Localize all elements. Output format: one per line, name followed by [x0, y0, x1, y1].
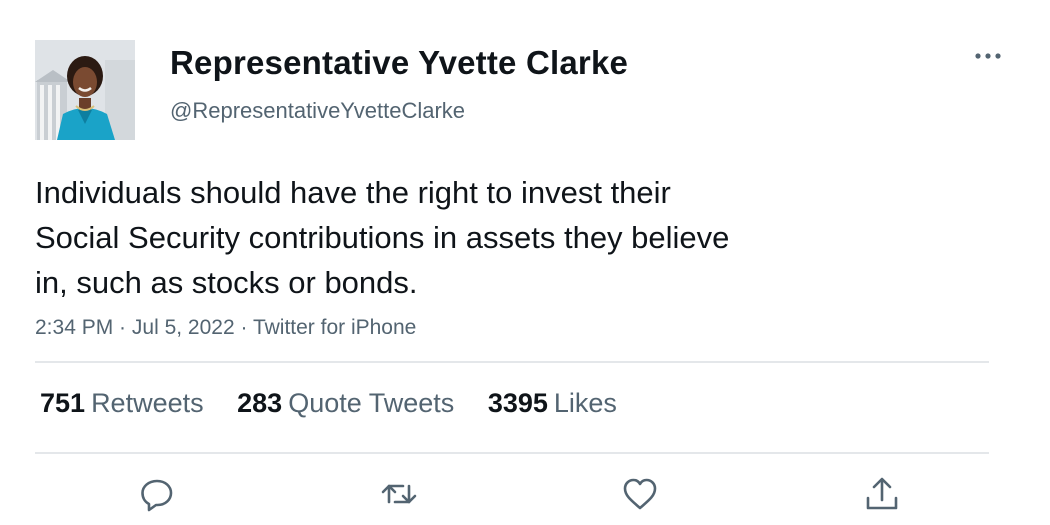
tweet-metadata: 2:34 PM · Jul 5, 2022 · Twitter for iPho… — [35, 316, 416, 340]
retweets-stat[interactable]: 751 Retweets — [40, 388, 204, 419]
reply-icon[interactable] — [137, 474, 177, 514]
divider — [35, 452, 989, 454]
tweet-text-line: in, such as stocks or bonds. — [35, 265, 418, 300]
tweet-text: Individuals should have the right to inv… — [35, 170, 895, 305]
retweets-count: 751 — [40, 388, 86, 418]
meta-separator: · — [234, 316, 253, 339]
tweet-stats: 751 Retweets 283 Quote Tweets 3395 Likes — [40, 388, 643, 419]
tweet-card: Representative Yvette Clarke @Representa… — [0, 0, 1050, 525]
more-horizontal-icon[interactable] — [968, 46, 1008, 66]
likes-count: 3395 — [487, 388, 548, 418]
retweet-icon[interactable] — [379, 474, 419, 514]
avatar-photo — [35, 40, 135, 140]
likes-stat[interactable]: 3395 Likes — [488, 388, 617, 419]
avatar[interactable] — [35, 40, 135, 140]
heart-icon[interactable] — [620, 474, 660, 514]
author-handle[interactable]: @RepresentativeYvetteClarke — [170, 98, 465, 124]
tweet-time[interactable]: 2:34 PM — [35, 316, 113, 339]
tweet-source[interactable]: Twitter for iPhone — [253, 316, 416, 339]
tweet-text-line: Individuals should have the right to inv… — [35, 175, 671, 210]
author-display-name[interactable]: Representative Yvette Clarke — [170, 44, 628, 82]
tweet-date[interactable]: Jul 5, 2022 — [132, 316, 235, 339]
meta-separator: · — [113, 316, 132, 339]
quote-tweets-stat[interactable]: 283 Quote Tweets — [237, 388, 454, 419]
quote-tweets-count: 283 — [237, 388, 283, 418]
quote-tweets-label: Quote Tweets — [288, 388, 455, 418]
share-icon[interactable] — [862, 474, 902, 514]
divider — [35, 361, 989, 363]
likes-label: Likes — [553, 388, 617, 418]
tweet-text-line: Social Security contributions in assets … — [35, 220, 730, 255]
retweets-label: Retweets — [91, 388, 204, 418]
